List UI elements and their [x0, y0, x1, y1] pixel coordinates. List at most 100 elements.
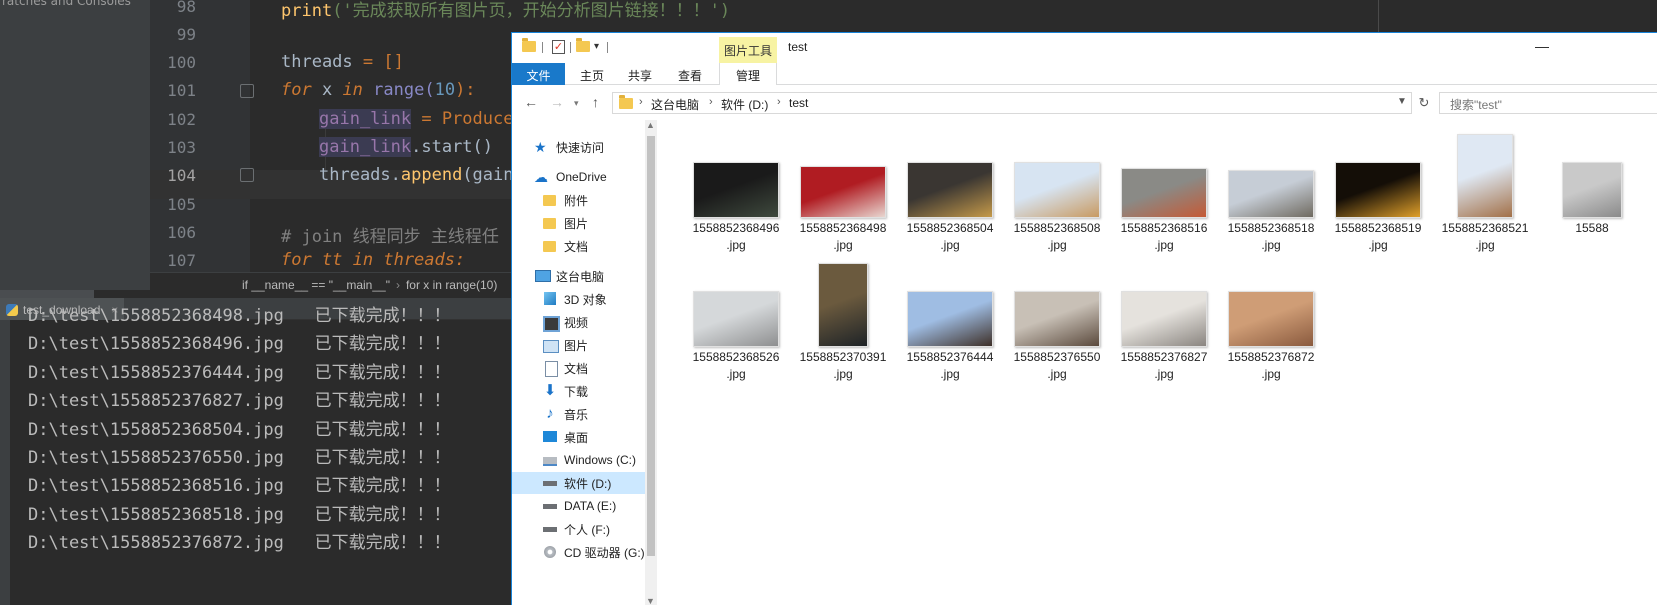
- nav-item-onedrive-documents[interactable]: 文档: [542, 235, 588, 257]
- image-thumbnail: [1228, 170, 1314, 218]
- nav-item-attachments[interactable]: 附件: [542, 189, 588, 211]
- chevron-down-icon[interactable]: ▼: [1397, 96, 1407, 107]
- file-list[interactable]: 1558852368496 .jpg 1558852368498 .jpg 155885…: [657, 120, 1657, 605]
- file-extension: .jpg: [833, 367, 853, 381]
- drive-icon: [542, 522, 558, 536]
- file-item[interactable]: 1558852368516 .jpg: [1110, 130, 1218, 254]
- breadcrumb-test[interactable]: test: [789, 96, 808, 110]
- divider: [542, 42, 543, 53]
- nav-pane-scrollbar[interactable]: ▲ ▼: [645, 120, 657, 605]
- file-item[interactable]: 1558852368521 .jpg: [1431, 130, 1539, 254]
- breadcrumb-item[interactable]: for x in range(10): [406, 278, 497, 292]
- panel-scrollbar[interactable]: [0, 290, 94, 298]
- quick-access-dropdown-icon[interactable]: ▾: [594, 41, 599, 52]
- file-extension: .jpg: [1261, 367, 1281, 381]
- image-thumbnail: [1457, 134, 1513, 218]
- nav-item-downloads[interactable]: ⬇ 下载: [542, 380, 588, 402]
- file-name: 1558852368504: [906, 221, 994, 235]
- fold-marker-icon[interactable]: [240, 84, 254, 98]
- file-item[interactable]: 15588: [1538, 130, 1646, 237]
- python-icon: [6, 304, 18, 316]
- folder-icon: [542, 239, 558, 253]
- scratches-and-consoles-label[interactable]: ratches and Consoles: [2, 0, 131, 8]
- file-item[interactable]: 1558852368496 .jpg: [682, 130, 790, 254]
- tab-home[interactable]: 主页: [572, 63, 612, 85]
- line-number: 102: [167, 110, 196, 129]
- up-arrow-icon[interactable]: ↑: [592, 94, 599, 110]
- tab-file[interactable]: 文件: [512, 63, 565, 85]
- line-number: 101: [167, 81, 196, 100]
- address-bar[interactable]: › 这台电脑 › 软件 (D:) › test ▼: [612, 92, 1412, 114]
- file-name: 1558852368498: [799, 221, 887, 235]
- console-line: D:\test\1558852368518.jpg 已下载完成！！！: [28, 505, 451, 525]
- file-item[interactable]: 1558852368526 .jpg: [682, 259, 790, 383]
- file-item[interactable]: 1558852368519 .jpg: [1324, 130, 1432, 254]
- file-item[interactable]: 1558852368508 .jpg: [1003, 130, 1111, 254]
- file-item[interactable]: 1558852368504 .jpg: [896, 130, 1004, 254]
- nav-item-quick-access[interactable]: ★ 快速访问: [534, 136, 604, 158]
- nav-item-onedrive-pictures[interactable]: 图片: [542, 212, 588, 234]
- console-line: D:\test\1558852376550.jpg 已下载完成！！！: [28, 448, 451, 468]
- recent-dropdown-icon[interactable]: ▾: [574, 98, 579, 109]
- image-thumbnail: [693, 162, 779, 218]
- breadcrumb-drive-d[interactable]: 软件 (D:): [721, 96, 768, 113]
- image-thumbnail: [1014, 162, 1100, 218]
- folder-icon: [619, 95, 633, 109]
- picture-tools-tab[interactable]: 图片工具: [719, 37, 777, 63]
- line-number: 99: [176, 25, 196, 44]
- breadcrumb-this-pc[interactable]: 这台电脑: [651, 96, 699, 113]
- breadcrumb-item[interactable]: if __name__ == "__main__": [242, 278, 390, 292]
- nav-item-drive-f[interactable]: 个人 (F:): [542, 518, 610, 540]
- chevron-up-icon[interactable]: ▲: [646, 120, 655, 130]
- window-title: test: [788, 40, 808, 54]
- nav-item-desktop[interactable]: 桌面: [542, 426, 588, 448]
- file-explorer-window: ✓ ▾ 图片工具 test — 文件 主页 共享 查看 管理 ← → ▾ ↑ ›…: [511, 32, 1657, 605]
- nav-item-drive-c[interactable]: Windows (C:): [542, 449, 636, 471]
- code-line-106: # join 线程同步 主线程任: [281, 227, 499, 247]
- line-number: 106: [167, 223, 196, 242]
- desktop-icon: [542, 430, 558, 444]
- file-item[interactable]: 1558852370391 .jpg: [789, 259, 897, 383]
- nav-item-drive-d[interactable]: 软件 (D:): [512, 472, 645, 494]
- file-item[interactable]: 1558852376550 .jpg: [1003, 259, 1111, 383]
- file-item[interactable]: 1558852376827 .jpg: [1110, 259, 1218, 383]
- nav-item-3d-objects[interactable]: 3D 对象: [542, 288, 607, 310]
- file-item[interactable]: 1558852368518 .jpg: [1217, 130, 1325, 254]
- file-name: 1558852370391: [799, 350, 887, 364]
- refresh-icon[interactable]: ↻: [1415, 92, 1433, 114]
- 3d-objects-icon: [542, 292, 558, 306]
- file-name: 1558852368516: [1120, 221, 1208, 235]
- tab-manage[interactable]: 管理: [719, 63, 777, 85]
- console-line: D:\test\1558852376872.jpg 已下载完成！！！: [28, 533, 451, 553]
- new-folder-icon[interactable]: [576, 38, 590, 52]
- tab-view[interactable]: 查看: [670, 63, 710, 85]
- nav-item-onedrive[interactable]: ☁ OneDrive: [534, 166, 607, 188]
- nav-item-pictures[interactable]: 图片: [542, 334, 588, 356]
- search-input[interactable]: 搜索"test": [1439, 92, 1657, 114]
- nav-item-this-pc[interactable]: 这台电脑: [534, 265, 604, 287]
- drive-icon: [542, 499, 558, 513]
- chevron-down-icon[interactable]: ▼: [646, 596, 655, 605]
- forward-arrow-icon[interactable]: →: [550, 94, 564, 110]
- nav-item-documents[interactable]: 文档: [542, 357, 588, 379]
- fold-marker-icon[interactable]: [240, 168, 254, 182]
- title-bar[interactable]: ✓ ▾ 图片工具 test —: [512, 33, 1657, 63]
- file-item[interactable]: 1558852376872 .jpg: [1217, 259, 1325, 383]
- tab-share[interactable]: 共享: [620, 63, 660, 85]
- minimize-button[interactable]: —: [1530, 35, 1554, 59]
- line-number: 105: [167, 195, 196, 214]
- file-item[interactable]: 1558852376444 .jpg: [896, 259, 1004, 383]
- nav-item-drive-e[interactable]: DATA (E:): [542, 495, 616, 517]
- file-item[interactable]: 1558852368498 .jpg: [789, 130, 897, 254]
- properties-icon[interactable]: ✓: [552, 40, 565, 54]
- image-thumbnail: [1121, 168, 1207, 218]
- nav-item-videos[interactable]: 视频: [542, 311, 588, 333]
- file-extension: .jpg: [726, 238, 746, 252]
- file-extension: .jpg: [1047, 238, 1067, 252]
- nav-item-drive-g[interactable]: CD 驱动器 (G:): [542, 541, 645, 563]
- nav-item-music[interactable]: ♪ 音乐: [542, 403, 588, 425]
- back-arrow-icon[interactable]: ←: [524, 94, 538, 110]
- scrollbar-thumb[interactable]: [647, 136, 655, 556]
- console-toolbar: [0, 320, 10, 605]
- code-line-100: threads = []: [281, 52, 404, 72]
